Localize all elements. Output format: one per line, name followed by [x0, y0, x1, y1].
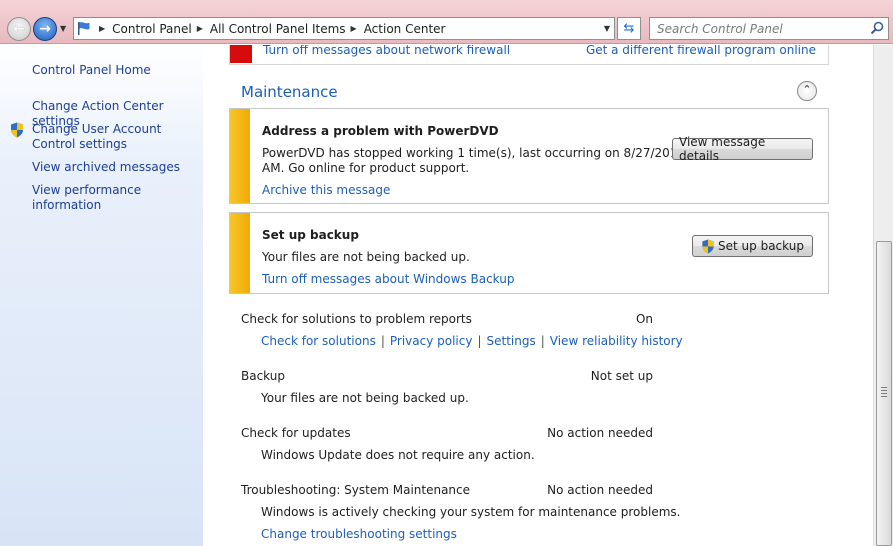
message-panel-powerdvd: Address a problem with PowerDVD PowerDVD… — [229, 108, 829, 204]
breadcrumb-separator-icon[interactable]: ▶ — [351, 24, 357, 33]
turn-off-firewall-messages-link[interactable]: Turn off messages about network firewall — [263, 45, 510, 57]
search-icon[interactable] — [870, 21, 884, 35]
view-message-details-button[interactable]: View message details — [672, 135, 813, 163]
view-reliability-history-link[interactable]: View reliability history — [550, 334, 683, 348]
critical-status-bar — [230, 45, 252, 63]
different-firewall-link[interactable]: Get a different firewall program online — [586, 45, 816, 57]
sidebar-item-control-panel-home[interactable]: Control Panel Home — [32, 63, 200, 78]
search-box[interactable] — [649, 17, 889, 40]
link-separator: | — [380, 334, 385, 348]
archive-message-link[interactable]: Archive this message — [262, 183, 390, 197]
refresh-button[interactable]: ⇆ — [617, 17, 641, 40]
change-troubleshooting-settings-link[interactable]: Change troubleshooting settings — [261, 527, 457, 541]
status-value: On — [635, 312, 653, 326]
message-text-line1: PowerDVD has stopped working 1 time(s), … — [262, 146, 724, 160]
status-description: Windows Update does not require any acti… — [261, 448, 535, 462]
chevron-up-icon: ⌃ — [802, 83, 812, 96]
settings-link[interactable]: Settings — [487, 334, 536, 348]
forward-arrow-icon: → — [39, 21, 51, 37]
message-text-line2: AM. Go online for product support. — [262, 161, 470, 175]
section-title-maintenance[interactable]: Maintenance — [241, 83, 338, 101]
status-description: Windows is actively checking your system… — [261, 505, 681, 519]
navigation-bar: ← → ▼ ▶ Control Panel ▶ All Control Pane… — [0, 0, 893, 44]
breadcrumb-all-items[interactable]: All Control Panel Items — [210, 22, 346, 36]
link-separator: | — [540, 334, 545, 348]
turn-off-backup-messages-link[interactable]: Turn off messages about Windows Backup — [262, 272, 514, 286]
breadcrumb-control-panel[interactable]: Control Panel — [112, 22, 192, 36]
sidebar: Control Panel Home Change Action Center … — [0, 45, 203, 546]
warning-status-bar — [230, 213, 250, 293]
message-title: Address a problem with PowerDVD — [262, 124, 499, 138]
uac-shield-icon — [702, 238, 714, 254]
status-row-backup: Backup Not set up — [241, 369, 661, 385]
status-label: Check for updates — [241, 426, 351, 440]
sidebar-item-change-uac-settings[interactable]: Change User Account Control settings — [32, 122, 200, 152]
status-value: No action needed — [547, 426, 653, 440]
status-row-check-for-updates: Check for updates No action needed — [241, 426, 661, 442]
message-panel-backup: Set up backup Your files are not being b… — [229, 212, 829, 294]
action-center-flag-icon — [74, 18, 94, 39]
status-description: Your files are not being backed up. — [261, 391, 469, 405]
sidebar-item-view-performance-information[interactable]: View performance information — [32, 183, 200, 213]
breadcrumb-separator-icon[interactable]: ▶ — [197, 24, 203, 33]
set-up-backup-label: Set up backup — [718, 239, 804, 253]
sidebar-item-view-archived-messages[interactable]: View archived messages — [32, 160, 200, 175]
collapse-section-button[interactable]: ⌃ — [797, 81, 817, 101]
status-value: No action needed — [547, 483, 653, 497]
recent-pages-dropdown-icon[interactable]: ▼ — [60, 24, 66, 33]
privacy-policy-link[interactable]: Privacy policy — [390, 334, 473, 348]
main-content: Turn off messages about network firewall… — [203, 45, 873, 546]
message-title: Set up backup — [262, 228, 359, 242]
security-message-panel: Turn off messages about network firewall… — [229, 45, 829, 65]
breadcrumb-action-center[interactable]: Action Center — [364, 22, 446, 36]
address-dropdown-icon[interactable]: ▼ — [604, 24, 610, 33]
address-bar[interactable]: ▶ Control Panel ▶ All Control Panel Item… — [73, 17, 615, 40]
back-arrow-icon: ← — [13, 21, 25, 37]
refresh-icon: ⇆ — [623, 21, 635, 36]
uac-shield-icon — [11, 122, 23, 138]
status-row-troubleshooting: Troubleshooting: System Maintenance No a… — [241, 483, 661, 499]
scrollbar-thumb[interactable] — [876, 241, 892, 546]
link-separator: | — [477, 334, 482, 348]
status-row-problem-reports: Check for solutions to problem reports O… — [241, 312, 661, 328]
search-input[interactable] — [650, 18, 860, 39]
scrollbar-grip-icon — [881, 387, 887, 397]
troubleshooting-links: Change troubleshooting settings — [261, 527, 457, 541]
check-for-solutions-link[interactable]: Check for solutions — [261, 334, 376, 348]
forward-button[interactable]: → — [33, 17, 57, 41]
breadcrumb-separator-icon[interactable]: ▶ — [99, 24, 105, 33]
set-up-backup-button[interactable]: Set up backup — [692, 235, 813, 257]
problem-reports-links: Check for solutions | Privacy policy | Setti… — [261, 334, 683, 348]
back-button[interactable]: ← — [7, 17, 31, 41]
message-text-line1: Your files are not being backed up. — [262, 250, 470, 264]
vertical-scrollbar[interactable] — [873, 45, 893, 546]
status-label: Backup — [241, 369, 285, 383]
warning-status-bar — [230, 109, 250, 203]
status-label: Check for solutions to problem reports — [241, 312, 472, 326]
status-label: Troubleshooting: System Maintenance — [241, 483, 471, 497]
status-value: Not set up — [590, 369, 653, 383]
